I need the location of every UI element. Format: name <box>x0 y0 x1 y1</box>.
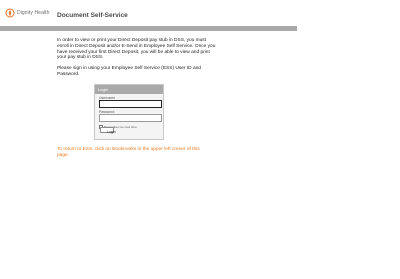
intro-paragraph-sign-in: Please sign in using your Employee Self … <box>57 66 201 77</box>
intro-paragraph-enroll: In order to view or print your Direct De… <box>57 38 216 61</box>
login-form: Username Password Remember me next time <box>95 94 163 129</box>
login-button[interactable]: Login <box>100 127 116 134</box>
header: Dignity Health Document Self-Service <box>0 0 400 26</box>
dignity-health-logo-icon <box>5 8 15 18</box>
logo: Dignity Health <box>5 8 50 18</box>
header-divider <box>0 26 297 31</box>
logo-text: Dignity Health <box>17 10 50 16</box>
login-panel-header: Login <box>95 85 163 94</box>
return-to-ess-note: To return to ESS, click on Bookmarks in … <box>57 147 200 158</box>
login-panel: Login Username Password Remember me next… <box>94 84 164 140</box>
username-input[interactable] <box>99 100 162 108</box>
intro-text: In order to view or print your Direct De… <box>57 38 217 83</box>
page: Dignity Health Document Self-Service In … <box>0 0 400 279</box>
password-input[interactable] <box>99 114 162 122</box>
page-title: Document Self-Service <box>57 12 128 19</box>
